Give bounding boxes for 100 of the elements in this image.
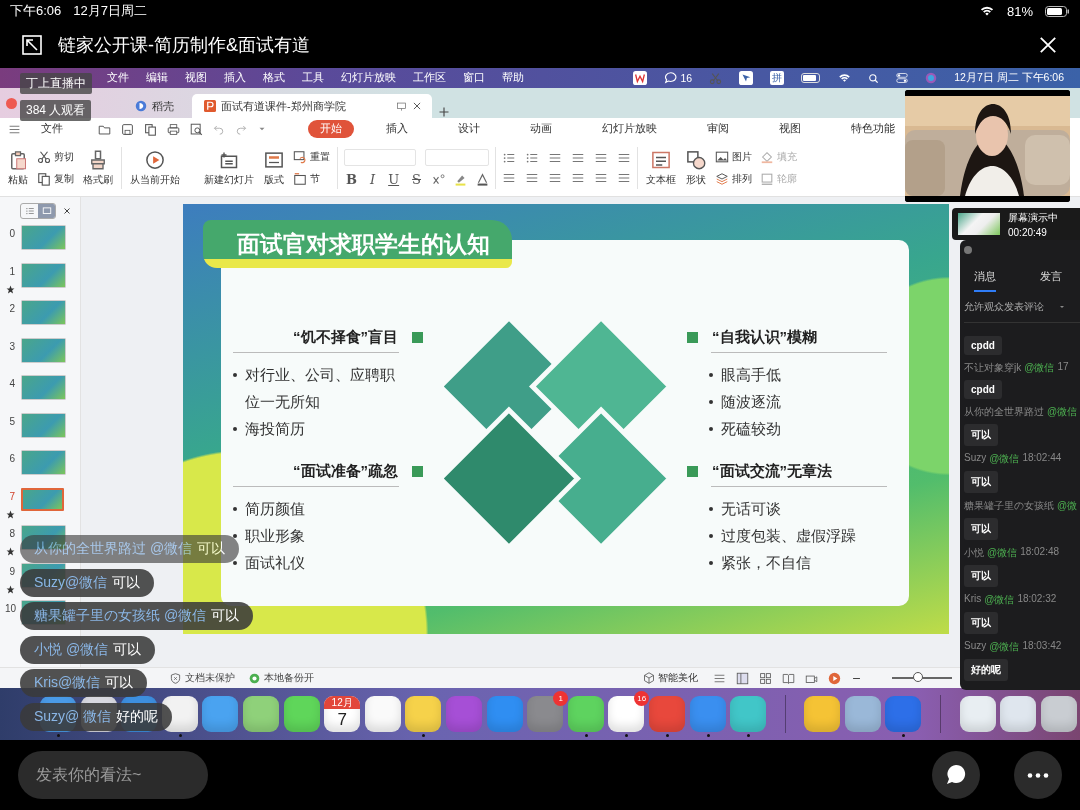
picture-button[interactable]: 图片 <box>714 149 753 165</box>
menu-item[interactable]: 工作区 <box>413 71 446 85</box>
slide-thumbnail[interactable] <box>21 450 66 475</box>
file-menu[interactable]: 文件 <box>29 120 75 138</box>
square-marker <box>687 332 698 343</box>
play-from-current-button[interactable]: 从当前开始 <box>128 147 182 189</box>
message-source: @微信 <box>1047 405 1078 419</box>
align-icon <box>525 171 539 185</box>
menu-item[interactable]: 编辑 <box>146 71 168 85</box>
copy-button[interactable]: 复制 <box>36 171 75 187</box>
new-slide-button[interactable]: 新建幻灯片 <box>202 147 256 189</box>
ribbon-tab[interactable]: 动画 <box>518 120 564 138</box>
bullet-text: 海投简历 <box>245 419 306 439</box>
more-button[interactable] <box>1014 751 1062 799</box>
menu-item[interactable]: 窗口 <box>463 71 485 85</box>
sort-icon <box>594 151 608 165</box>
menu-item[interactable]: 幻灯片放映 <box>341 71 396 85</box>
section-button[interactable]: 节 <box>292 171 331 187</box>
format-toggle[interactable]: I <box>368 172 378 187</box>
save-button[interactable] <box>120 121 135 137</box>
comment-setting[interactable]: 允许观众发表评论 <box>964 300 1044 314</box>
chat-tab[interactable]: 消息 <box>974 270 996 292</box>
bullet-dot <box>709 400 713 404</box>
export-button[interactable] <box>143 121 158 137</box>
shape-icon <box>686 149 706 170</box>
slide-thumbnail[interactable] <box>21 300 66 325</box>
slide-view-button[interactable] <box>38 204 55 218</box>
book-icon <box>782 671 795 685</box>
bullet-dot <box>709 507 713 511</box>
indent-icon <box>571 151 585 165</box>
message-text: 可以 <box>964 471 998 493</box>
ribbon-tab[interactable]: 设计 <box>446 120 492 138</box>
window-title: 链家公开课-简历制作&面试有道 <box>58 34 311 57</box>
reset-button[interactable]: 重置 <box>292 149 331 165</box>
app-icon[interactable] <box>364 696 401 732</box>
text-box-icon <box>651 149 671 170</box>
slide-thumbnail[interactable] <box>21 487 64 511</box>
menu-item[interactable]: 工具 <box>302 71 324 85</box>
line-spacing-icon <box>617 171 631 185</box>
ribbon-tab[interactable]: 插入 <box>374 120 420 138</box>
ribbon-tab[interactable]: 幻灯片放映 <box>590 120 669 138</box>
arrange-button[interactable]: 排列 <box>714 171 753 187</box>
app-icon[interactable] <box>1040 696 1077 732</box>
input-method-indicator[interactable]: 拼 <box>770 71 785 85</box>
slide-thumbnail[interactable] <box>21 412 66 438</box>
play-icon <box>828 671 841 685</box>
slide-thumbnail[interactable] <box>21 225 66 250</box>
comment-field[interactable]: 发表你的看法~ <box>18 751 208 799</box>
document-tab[interactable]: 面试有道课件-郑州商学院 <box>192 94 432 118</box>
beautify-button[interactable]: 智能美化 <box>642 670 699 686</box>
align-icon <box>548 171 562 185</box>
message-text: cpdd <box>964 336 1002 355</box>
bullet-text: 职业形象 <box>245 526 306 546</box>
ribbon-tab[interactable]: 开始 <box>308 120 354 138</box>
close-button[interactable] <box>1038 35 1058 55</box>
app-icon[interactable] <box>1000 696 1037 732</box>
slide-thumbnail[interactable] <box>21 375 66 400</box>
cut-button[interactable]: 剪切 <box>36 149 75 165</box>
size-field[interactable] <box>425 149 489 166</box>
format-toggle[interactable]: U <box>386 172 402 187</box>
document-tab[interactable]: 稻壳 <box>123 94 186 118</box>
print-button[interactable] <box>166 121 181 137</box>
menu-item[interactable]: 格式 <box>263 71 285 85</box>
slide-thumbnail[interactable] <box>21 337 66 363</box>
calendar-icon[interactable]: 12月 7 <box>324 696 361 732</box>
chat-button[interactable] <box>932 751 980 799</box>
grip-dot[interactable] <box>964 246 972 254</box>
format-painter-button[interactable]: 格式刷 <box>81 147 115 189</box>
app-icon[interactable] <box>608 696 645 732</box>
text-box-button[interactable]: 文本框 <box>644 147 678 189</box>
battery-icon <box>1045 5 1070 17</box>
app-icon[interactable] <box>959 696 996 732</box>
redo-icon <box>235 123 247 135</box>
slide-thumbnail[interactable] <box>21 262 66 288</box>
ribbon-tab[interactable]: 特色功能 <box>839 120 907 138</box>
menu-item[interactable]: 插入 <box>224 71 246 85</box>
format-toggle[interactable]: S <box>410 172 423 187</box>
ribbon-tab[interactable]: 视图 <box>767 120 813 138</box>
layout-button[interactable]: 版式 <box>262 147 286 189</box>
bullet-text: 简历颜值 <box>245 499 306 519</box>
bullet-text: 随波逐流 <box>721 392 782 412</box>
ribbon-tab[interactable]: 审阅 <box>695 120 741 138</box>
slide-number: 0 <box>8 228 15 239</box>
format-toggle[interactable]: B <box>344 172 359 187</box>
shape-button[interactable]: 形状 <box>684 147 708 189</box>
bullet-dot <box>233 427 237 431</box>
menu-item[interactable]: 视图 <box>185 71 207 85</box>
app-icon <box>632 71 647 85</box>
shield-icon <box>170 672 181 684</box>
menu-item[interactable]: 帮助 <box>502 71 524 85</box>
message-author: Kris <box>964 593 982 606</box>
close-dot[interactable] <box>6 97 17 109</box>
menu-item[interactable]: 文件 <box>107 71 129 85</box>
exit-fullscreen-icon <box>22 35 42 55</box>
bucket-icon <box>760 150 774 164</box>
preview-button[interactable] <box>189 121 204 137</box>
copy-icon <box>37 172 51 186</box>
chat-tab[interactable]: 发言 <box>1040 270 1062 292</box>
paste-button[interactable]: 粘贴 <box>6 147 30 189</box>
font-field[interactable] <box>344 149 416 166</box>
